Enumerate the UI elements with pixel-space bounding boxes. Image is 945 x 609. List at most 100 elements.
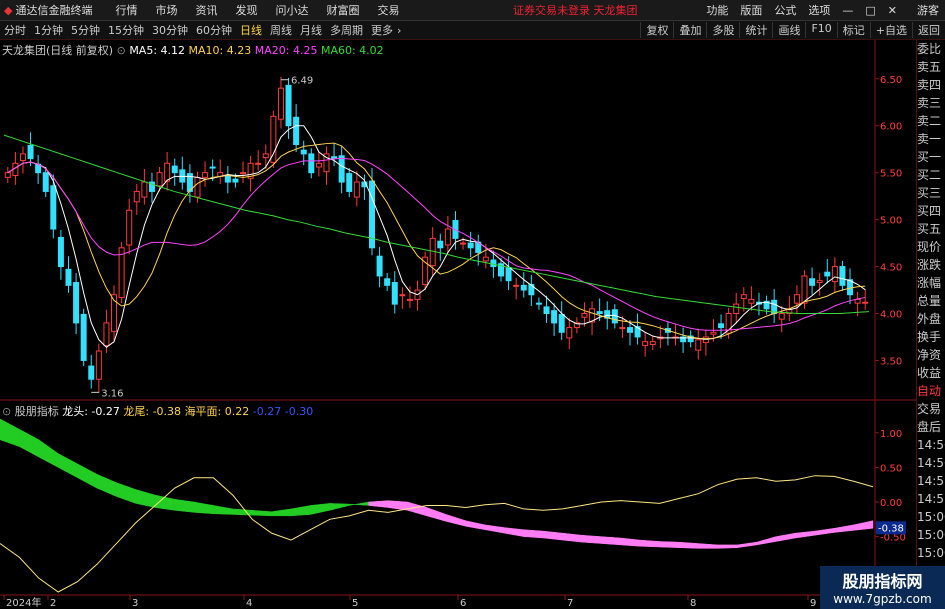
- sidebar-item[interactable]: 卖二: [917, 112, 945, 130]
- btn-mark[interactable]: 标记: [836, 22, 870, 38]
- btn-draw[interactable]: 画线: [772, 22, 805, 38]
- menu-options[interactable]: 选项: [802, 2, 836, 18]
- indicator-band: [717, 544, 738, 549]
- candle-body: [831, 266, 838, 283]
- candle-body: [778, 313, 785, 320]
- candle-body: [353, 181, 360, 198]
- indicator-band: [387, 500, 408, 511]
- menu-function[interactable]: 功能: [700, 2, 734, 18]
- sidebar-item[interactable]: 14:56: [917, 454, 945, 472]
- btn-f10[interactable]: F10: [805, 22, 836, 38]
- indicator-band: [581, 534, 602, 544]
- menu-formula[interactable]: 公式: [768, 2, 802, 18]
- chart-canvas[interactable]: 6.50 6.00 5.50 5.00 4.50 4.00 3.50 6.49 3.16 2024…: [0, 40, 916, 609]
- indicator-band: [853, 520, 874, 531]
- btn-adjust[interactable]: 复权: [640, 22, 673, 38]
- candle-body: [619, 327, 626, 330]
- candle-body: [839, 266, 846, 286]
- indicator-band: [0, 418, 20, 447]
- x-tick-label: 9: [810, 598, 816, 609]
- period-toolbar: 分时 1分钟 5分钟 15分钟 30分钟 60分钟 日线 周线 月线 多周期 更…: [0, 21, 945, 40]
- sidebar-item[interactable]: 14:57: [917, 490, 945, 508]
- sidebar-item[interactable]: 交易: [917, 400, 945, 418]
- period-tab-monthly[interactable]: 月线: [296, 22, 326, 38]
- period-tab-1min[interactable]: 1分钟: [30, 22, 67, 38]
- period-tab-5min[interactable]: 5分钟: [67, 22, 104, 38]
- btn-back[interactable]: 返回: [912, 22, 945, 38]
- sidebar-item[interactable]: 14:56: [917, 436, 945, 454]
- sidebar-item[interactable]: 15:00: [917, 544, 945, 562]
- sidebar-item[interactable]: 14:57: [917, 472, 945, 490]
- candle-body: [202, 172, 209, 178]
- sidebar-item[interactable]: 总量: [917, 292, 945, 310]
- sidebar-item[interactable]: 买一: [917, 148, 945, 166]
- menu-layout[interactable]: 版面: [734, 2, 768, 18]
- period-tab-30min[interactable]: 30分钟: [148, 22, 192, 38]
- site-watermark: 股朋指标网 www.7gpzb.com: [820, 566, 945, 609]
- sidebar-item[interactable]: 现价: [917, 238, 945, 256]
- menu-item-wealth[interactable]: 财富圈: [317, 2, 368, 18]
- menu-item-market[interactable]: 市场: [146, 2, 186, 18]
- period-tab-daily[interactable]: 日线: [236, 22, 266, 38]
- y-tick-label: 5.50: [880, 169, 902, 180]
- btn-overlay[interactable]: 叠加: [673, 22, 706, 38]
- sidebar-item[interactable]: 15:00: [917, 526, 945, 544]
- btn-multi-stock[interactable]: 多股: [706, 22, 739, 38]
- candle-body: [376, 255, 383, 277]
- sidebar-item[interactable]: 外盘: [917, 310, 945, 328]
- period-tab-multi[interactable]: 多周期: [326, 22, 367, 38]
- chevron-right-icon[interactable]: ›: [397, 24, 401, 37]
- guest-label[interactable]: 游客: [911, 2, 945, 18]
- maximize-icon[interactable]: □: [859, 4, 881, 17]
- sidebar-item[interactable]: 买三: [917, 184, 945, 202]
- period-tab-intraday[interactable]: 分时: [0, 22, 30, 38]
- sidebar-item[interactable]: 卖一: [917, 130, 945, 148]
- sidebar-item[interactable]: 买四: [917, 202, 945, 220]
- login-notice[interactable]: 证券交易未登录 天龙集团: [513, 2, 638, 18]
- candle-body: [73, 282, 80, 324]
- candle-body: [793, 294, 800, 304]
- sidebar-item[interactable]: 净资: [917, 346, 945, 364]
- menu-item-discover[interactable]: 发现: [226, 2, 266, 18]
- x-tick-label: 4: [246, 598, 252, 609]
- indicator-band: [620, 537, 641, 547]
- candle-body: [80, 313, 87, 361]
- candle-body: [57, 236, 64, 268]
- sidebar-item[interactable]: 卖三: [917, 94, 945, 112]
- indicator-band: [659, 541, 680, 548]
- period-tab-60min[interactable]: 60分钟: [192, 22, 236, 38]
- sidebar-item[interactable]: 买五: [917, 220, 945, 238]
- sidebar-item[interactable]: 15:00: [917, 508, 945, 526]
- menu-item-trade[interactable]: 交易: [368, 2, 408, 18]
- sidebar-item[interactable]: 涨跌: [917, 256, 945, 274]
- sidebar-item[interactable]: 卖四: [917, 76, 945, 94]
- sidebar-item[interactable]: 买二: [917, 166, 945, 184]
- candle-body: [118, 247, 125, 299]
- sidebar-item[interactable]: 换手: [917, 328, 945, 346]
- period-tab-15min[interactable]: 15分钟: [104, 22, 148, 38]
- candle-body: [543, 306, 550, 314]
- sidebar-item[interactable]: 盘后: [917, 418, 945, 436]
- sidebar-item[interactable]: 涨幅: [917, 274, 945, 292]
- btn-add-watch[interactable]: +自选: [869, 22, 912, 38]
- menu-item-ask[interactable]: 问小达: [266, 2, 317, 18]
- sidebar-item[interactable]: 委比: [917, 40, 945, 58]
- close-icon[interactable]: ✕: [882, 4, 903, 17]
- indicator-band: [19, 428, 40, 458]
- btn-stats[interactable]: 统计: [739, 22, 772, 38]
- period-tab-more[interactable]: 更多: [367, 22, 397, 38]
- minimize-icon[interactable]: —: [836, 4, 859, 17]
- candle-body: [596, 311, 603, 315]
- menu-item-quotes[interactable]: 行情: [106, 2, 146, 18]
- candle-body: [740, 294, 747, 299]
- indicator-band: [407, 501, 428, 517]
- indicator-band: [426, 507, 447, 522]
- menu-item-news[interactable]: 资讯: [186, 2, 226, 18]
- candle-body: [566, 327, 573, 339]
- period-tab-weekly[interactable]: 周线: [266, 22, 296, 38]
- sidebar-item[interactable]: 收益: [917, 364, 945, 382]
- x-tick-label: 5: [352, 598, 358, 609]
- sidebar-item[interactable]: 自动: [917, 382, 945, 400]
- sidebar-item[interactable]: 卖五: [917, 58, 945, 76]
- y-tick-label: 6.50: [880, 75, 902, 86]
